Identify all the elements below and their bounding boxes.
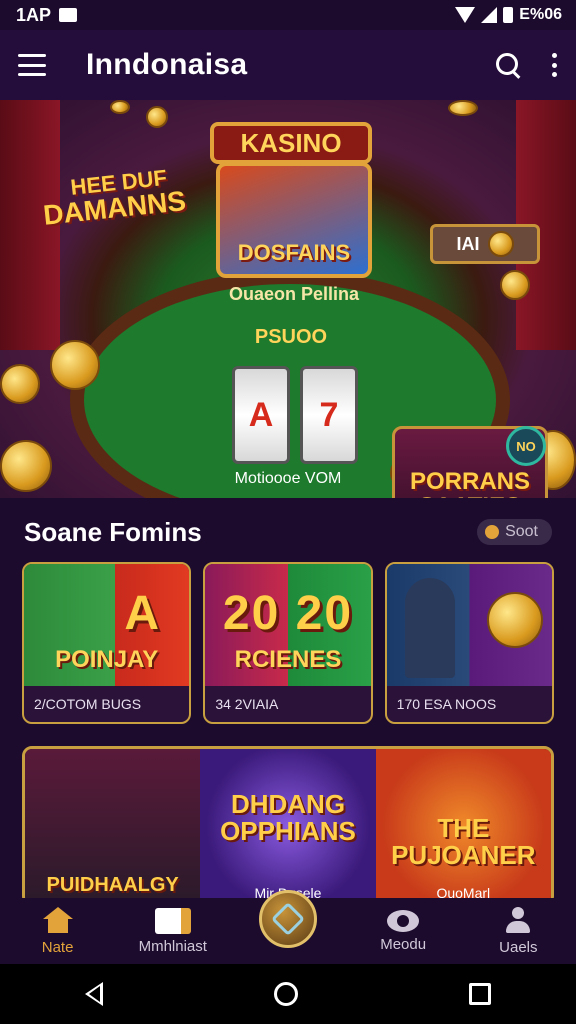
coin-icon — [146, 106, 168, 128]
battery-text: E%06 — [519, 6, 562, 23]
hero-card-title: DOSFAINS — [237, 240, 351, 265]
nav-label: Nate — [41, 938, 74, 956]
hero-sign: IAI — [430, 224, 540, 264]
hero-left-badge[interactable]: HEE DUF DAMANNS — [40, 164, 199, 269]
game-card[interactable]: A POINJAY 2/COTOM BUGS — [22, 562, 192, 724]
coin-icon — [486, 592, 543, 648]
game-card-art-big: 20 20 — [222, 587, 354, 640]
game-card-caption: 34 2VIAIA — [215, 696, 279, 712]
nav-label: Mmhlniast — [138, 937, 207, 955]
kasino-label: KASINO — [210, 122, 372, 164]
nav-item-cards[interactable]: Mmhlniast — [123, 907, 223, 955]
coin-icon — [0, 440, 52, 492]
nav-label: Uaels — [499, 938, 538, 956]
game-card-art-big: A — [124, 587, 161, 640]
promo-segment: THE PUJOANER QuoMarl — [375, 749, 551, 903]
search-icon[interactable] — [494, 51, 522, 79]
user-icon — [504, 906, 532, 935]
home-circle-icon[interactable] — [273, 982, 298, 1006]
sort-button[interactable]: Soot — [477, 519, 552, 545]
game-card-art-title: RCIENES — [234, 646, 342, 673]
hero-banner[interactable]: IAI KASINO DOSFAINS HEE DUF DAMANNS Ouae… — [0, 100, 576, 498]
promo-segment: DHDANG OPPHIANS Mir Dusele — [200, 749, 376, 903]
person-avatar — [404, 578, 455, 678]
wifi-icon — [455, 7, 476, 23]
chip-badge: NO — [506, 426, 546, 466]
game-card-art: 20 20 RCIENES — [205, 564, 371, 686]
signal-icon — [481, 7, 498, 23]
app-bar: Inndonaisa — [0, 30, 576, 100]
sort-label: Soot — [505, 523, 538, 540]
promo-banner[interactable]: PUIDHAALGY DHDANG OPPHIANS Mir Dusele TH… — [22, 746, 554, 906]
promo-title: THE PUJOANER — [391, 813, 536, 871]
status-bar: 1AP E%06 — [0, 0, 576, 30]
sign-text: IAI — [456, 233, 480, 254]
bottom-nav: Nate Mmhlniast Meodu Uaels — [0, 890, 576, 964]
game-card-caption: 2/COTOM BUGS — [34, 696, 142, 712]
nav-label: Meodu — [380, 935, 427, 953]
nav-item-home[interactable]: Nate — [8, 906, 108, 956]
status-left: 1AP — [16, 4, 78, 26]
coin-icon — [448, 100, 478, 116]
center-fab-icon — [258, 890, 317, 948]
slot-reel-1: A — [232, 366, 290, 464]
battery-icon — [503, 7, 514, 23]
menu-icon[interactable] — [18, 54, 46, 76]
game-card-art: A POINJAY — [24, 564, 190, 686]
game-card-caption: 170 ESA NOOS — [396, 696, 497, 712]
eye-icon — [387, 909, 420, 932]
game-card-art — [386, 564, 552, 686]
home-icon — [42, 906, 73, 935]
game-card-row: A POINJAY 2/COTOM BUGS 20 20 RCIENES 34 … — [22, 562, 554, 724]
coin-icon — [487, 231, 514, 257]
slot-reel-2: 7 — [300, 366, 358, 464]
recents-icon[interactable] — [468, 983, 491, 1005]
app-title: Inndonaisa — [86, 48, 248, 81]
nav-item-media[interactable]: Meodu — [353, 909, 453, 953]
promo-segment: PUIDHAALGY — [25, 749, 201, 903]
system-nav-bar — [0, 964, 576, 1024]
sort-icon — [485, 525, 500, 539]
hero-score-label: PSUOO — [254, 326, 328, 348]
left-badge-line2: DAMANNS — [41, 185, 188, 231]
game-card[interactable]: 170 ESA NOOS — [384, 562, 554, 724]
promo-title: DHDANG OPPHIANS — [220, 789, 356, 847]
hero-subtitle: Ouaeon Pellina — [228, 284, 360, 304]
back-icon[interactable] — [85, 982, 104, 1006]
promo-title: PUIDHAALGY — [46, 874, 179, 896]
coin-icon — [110, 100, 130, 114]
notification-icon — [59, 8, 78, 22]
hero-feature-card[interactable]: DOSFAINS — [216, 162, 372, 278]
nav-item-user[interactable]: Uaels — [468, 906, 568, 956]
status-right: E%06 — [455, 6, 562, 24]
more-options-icon[interactable] — [552, 53, 558, 77]
hero-caption: Motioooe VOM — [234, 470, 342, 487]
status-time: 1AP — [16, 4, 52, 25]
coin-icon — [500, 270, 530, 300]
coin-icon — [0, 364, 40, 404]
game-card[interactable]: 20 20 RCIENES 34 2VIAIA — [203, 562, 373, 724]
game-card-art-title: POINJAY — [55, 646, 159, 673]
section-title: Soane Fomins — [24, 516, 202, 547]
nav-item-center[interactable] — [238, 890, 338, 948]
coin-icon — [50, 340, 100, 390]
section-header: Soane Fomins Soot — [0, 510, 576, 554]
card-icon — [154, 907, 191, 934]
